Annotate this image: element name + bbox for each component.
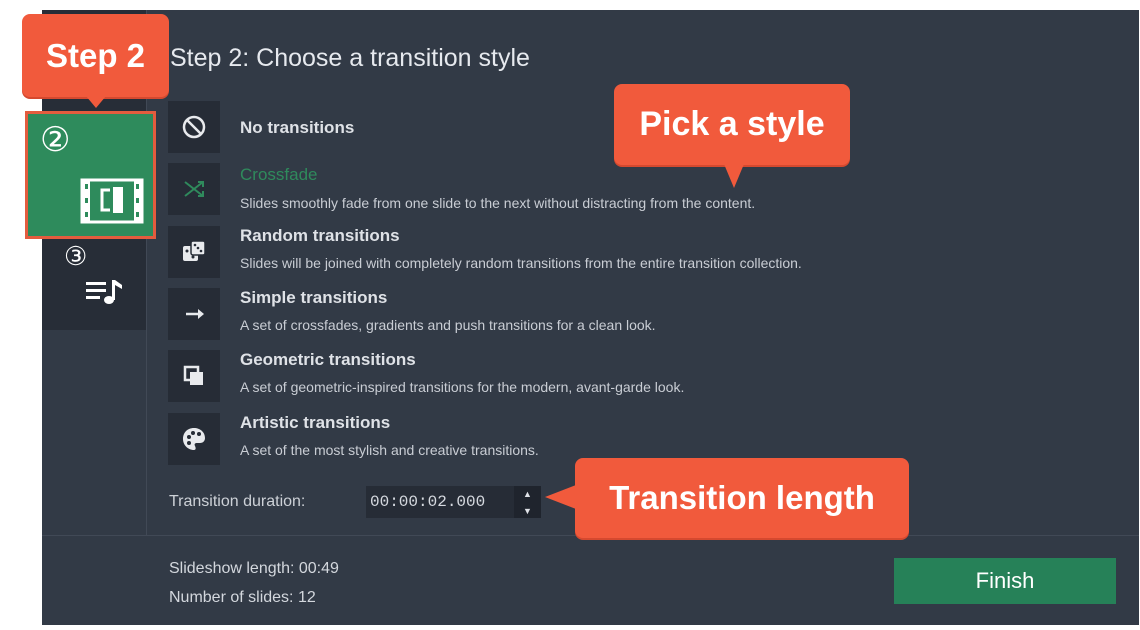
duration-label: Transition duration: [169, 493, 306, 510]
step-2-tile[interactable]: ② [25, 111, 156, 239]
style-callout: Pick a style [614, 84, 850, 165]
step-callout: Step 2 [22, 14, 169, 97]
length-callout-pointer [545, 485, 576, 509]
option-name: Random transitions [240, 226, 400, 245]
option-crossfade[interactable]: Crossfade Slides smoothly fade from one … [168, 163, 1068, 215]
length-callout: Transition length [575, 458, 909, 538]
style-callout-pointer [724, 164, 744, 188]
option-description: A set of geometric-inspired transitions … [240, 379, 685, 395]
stepper-down-icon[interactable]: ▼ [514, 503, 541, 520]
duration-field[interactable]: 00:00:02.000 ▲ ▼ [366, 486, 541, 518]
option-name: Artistic transitions [240, 413, 391, 432]
stepper-up-icon[interactable]: ▲ [514, 486, 541, 503]
option-name: Simple transitions [240, 288, 388, 307]
dice-icon [168, 226, 220, 278]
option-description: Slides smoothly fade from one slide to t… [240, 195, 756, 211]
duration-stepper[interactable]: ▲ ▼ [514, 486, 541, 518]
finish-button[interactable]: Finish [894, 558, 1116, 604]
palette-icon [168, 413, 220, 465]
step-3-number: ③ [64, 241, 88, 271]
step-callout-pointer [86, 96, 106, 108]
option-simple-transitions[interactable]: Simple transitions A set of crossfades, … [168, 288, 1068, 340]
option-name: Geometric transitions [240, 350, 416, 369]
option-description: A set of crossfades, gradients and push … [240, 317, 656, 333]
option-name: No transitions [240, 118, 355, 137]
slides-icon [80, 178, 144, 224]
step-2-number: ② [40, 121, 71, 159]
option-description: A set of the most stylish and creative t… [240, 442, 539, 458]
option-description: Slides will be joined with completely ra… [240, 255, 802, 271]
music-playlist-icon[interactable] [84, 276, 128, 306]
number-of-slides: Number of slides: 12 [169, 589, 316, 606]
no-transitions-icon [168, 101, 220, 153]
arrow-right-icon [168, 288, 220, 340]
duration-value: 00:00:02.000 [370, 493, 486, 511]
option-name: Crossfade [240, 165, 318, 184]
option-geometric-transitions[interactable]: Geometric transitions A set of geometric… [168, 350, 1068, 402]
squares-icon [168, 350, 220, 402]
crossfade-icon [168, 163, 220, 215]
page-title: Step 2: Choose a transition style [170, 44, 530, 72]
slideshow-length: Slideshow length: 00:49 [169, 560, 339, 577]
option-random-transitions[interactable]: Random transitions Slides will be joined… [168, 226, 1068, 278]
